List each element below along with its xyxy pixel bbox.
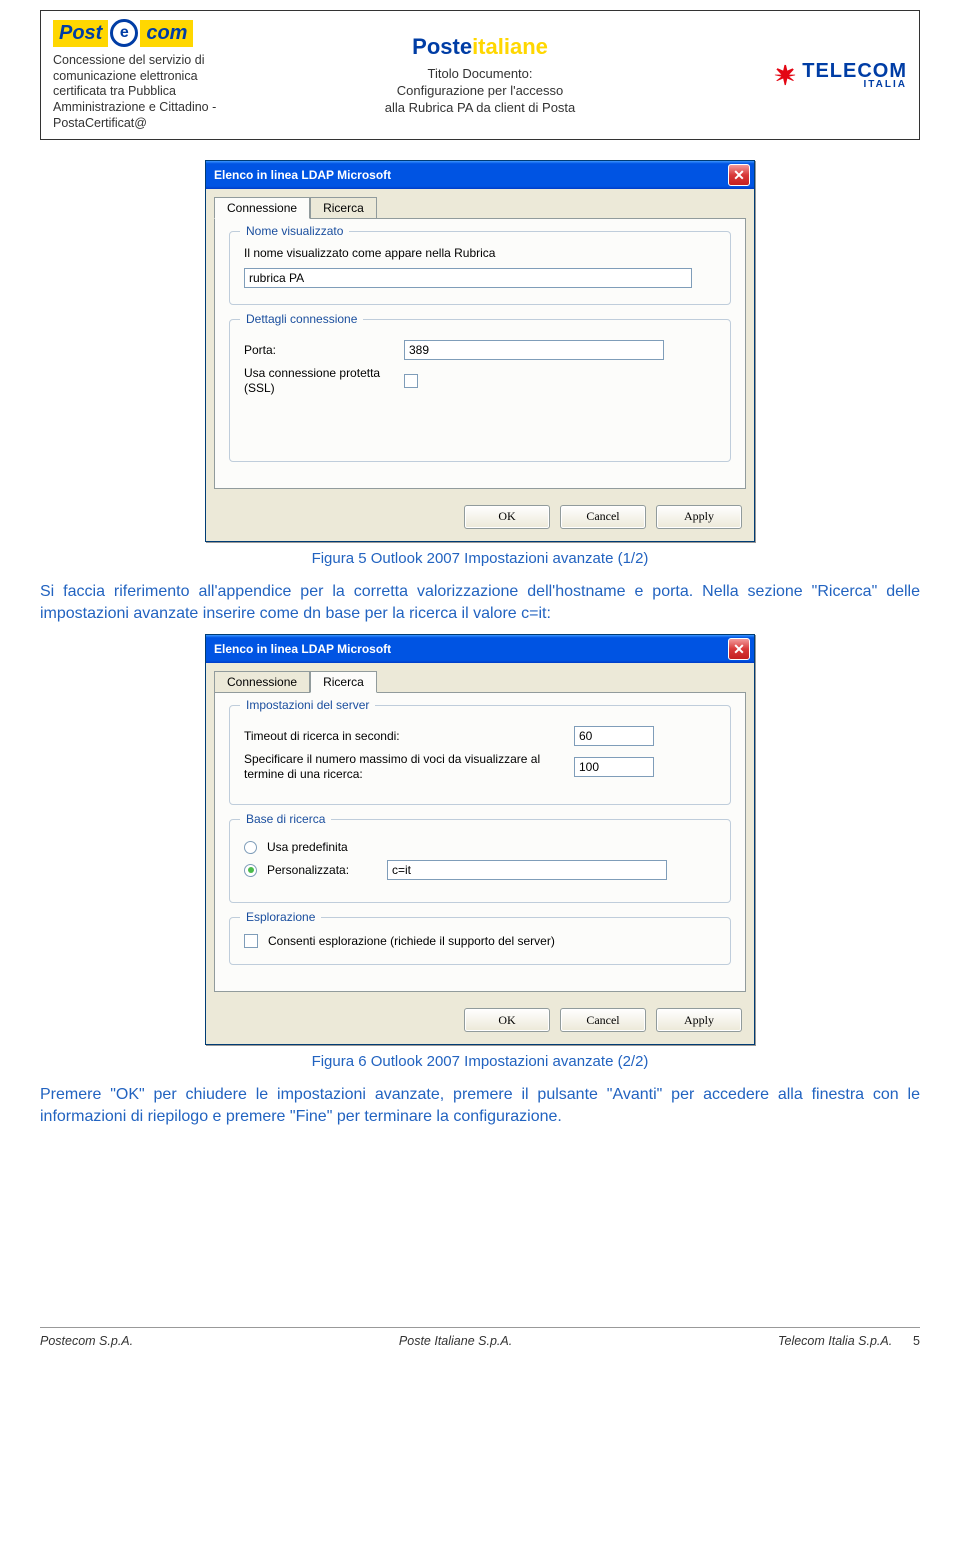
- port-input[interactable]: [404, 340, 664, 360]
- group-server-settings: Impostazioni del server Timeout di ricer…: [229, 705, 731, 805]
- cancel-button[interactable]: Cancel: [560, 505, 646, 529]
- radio-label: Usa predefinita: [267, 840, 348, 854]
- group-legend: Base di ricerca: [240, 812, 331, 826]
- page-number: 5: [913, 1334, 920, 1348]
- ssl-label: Usa connessione protetta (SSL): [244, 366, 394, 395]
- tab-search[interactable]: Ricerca: [310, 671, 377, 693]
- port-label: Porta:: [244, 343, 394, 357]
- radio-default[interactable]: [244, 841, 257, 854]
- figure-caption-6: Figura 6 Outlook 2007 Impostazioni avanz…: [40, 1053, 920, 1070]
- browse-label: Consenti esplorazione (richiede il suppo…: [268, 934, 555, 948]
- footer-center: Poste Italiane S.p.A.: [399, 1334, 512, 1348]
- custom-base-input[interactable]: [387, 860, 667, 880]
- concession-text: Concessione del servizio di comunicazion…: [53, 53, 322, 131]
- logo-text: Poste: [412, 34, 472, 59]
- telecom-burst-icon: [772, 62, 798, 88]
- tab-search[interactable]: Ricerca: [310, 197, 377, 218]
- maxentries-label: Specificare il numero massimo di voci da…: [244, 752, 564, 782]
- maxentries-input[interactable]: [574, 757, 654, 777]
- ok-button[interactable]: OK: [464, 1008, 550, 1032]
- logo-text: italiane: [472, 34, 548, 59]
- group-legend: Nome visualizzato: [240, 224, 349, 238]
- logo-text: Post: [53, 20, 108, 47]
- tab-connection[interactable]: Connessione: [214, 197, 310, 219]
- timeout-input[interactable]: [574, 726, 654, 746]
- apply-button[interactable]: Apply: [656, 1008, 742, 1032]
- doc-title: Titolo Documento: Configurazione per l'a…: [346, 66, 615, 117]
- dialog-titlebar: Elenco in linea LDAP Microsoft ✕: [206, 161, 754, 189]
- page-footer: Postecom S.p.A. Poste Italiane S.p.A. Te…: [40, 1327, 920, 1348]
- close-icon[interactable]: ✕: [728, 164, 750, 186]
- group-legend: Esplorazione: [240, 910, 321, 924]
- telecom-logo: TELECOM ITALIA: [772, 60, 907, 90]
- group-browse: Esplorazione Consenti esplorazione (rich…: [229, 917, 731, 965]
- group-search-base: Base di ricerca Usa predefinita Personal…: [229, 819, 731, 903]
- body-paragraph: Si faccia riferimento all'appendice per …: [40, 581, 920, 624]
- close-icon[interactable]: ✕: [728, 638, 750, 660]
- postecom-logo: Post e com: [53, 19, 193, 47]
- doc-title-label: Titolo Documento:: [346, 66, 615, 83]
- display-name-input[interactable]: [244, 268, 692, 288]
- doc-title-line: Configurazione per l'accesso: [346, 83, 615, 100]
- group-legend: Dettagli connessione: [240, 312, 363, 326]
- group-legend: Impostazioni del server: [240, 698, 375, 712]
- footer-right: Telecom Italia S.p.A.: [778, 1334, 892, 1348]
- logo-text: com: [140, 20, 193, 47]
- posteitaliane-logo: Posteitaliane: [412, 34, 548, 59]
- group-display-name: Nome visualizzato Il nome visualizzato c…: [229, 231, 731, 305]
- figure-caption-5: Figura 5 Outlook 2007 Impostazioni avanz…: [40, 550, 920, 567]
- radio-label: Personalizzata:: [267, 863, 377, 877]
- browse-checkbox[interactable]: [244, 934, 258, 948]
- ldap-dialog-connection: Elenco in linea LDAP Microsoft ✕ Conness…: [205, 160, 755, 542]
- ldap-dialog-search: Elenco in linea LDAP Microsoft ✕ Conness…: [205, 634, 755, 1045]
- dialog-title: Elenco in linea LDAP Microsoft: [214, 168, 391, 182]
- ok-button[interactable]: OK: [464, 505, 550, 529]
- radio-custom[interactable]: [244, 864, 257, 877]
- logo-e-icon: e: [110, 19, 138, 47]
- dialog-title: Elenco in linea LDAP Microsoft: [214, 642, 391, 656]
- timeout-label: Timeout di ricerca in secondi:: [244, 729, 564, 744]
- doc-title-line: alla Rubrica PA da client di Posta: [346, 100, 615, 117]
- document-header: Post e com Concessione del servizio di c…: [40, 10, 920, 140]
- dialog-titlebar: Elenco in linea LDAP Microsoft ✕: [206, 635, 754, 663]
- tab-connection[interactable]: Connessione: [214, 671, 310, 692]
- field-description: Il nome visualizzato come appare nella R…: [244, 246, 716, 260]
- cancel-button[interactable]: Cancel: [560, 1008, 646, 1032]
- body-paragraph: Premere "OK" per chiudere le impostazion…: [40, 1084, 920, 1127]
- ssl-checkbox[interactable]: [404, 374, 418, 388]
- footer-left: Postecom S.p.A.: [40, 1334, 133, 1348]
- group-connection-details: Dettagli connessione Porta: Usa connessi…: [229, 319, 731, 462]
- apply-button[interactable]: Apply: [656, 505, 742, 529]
